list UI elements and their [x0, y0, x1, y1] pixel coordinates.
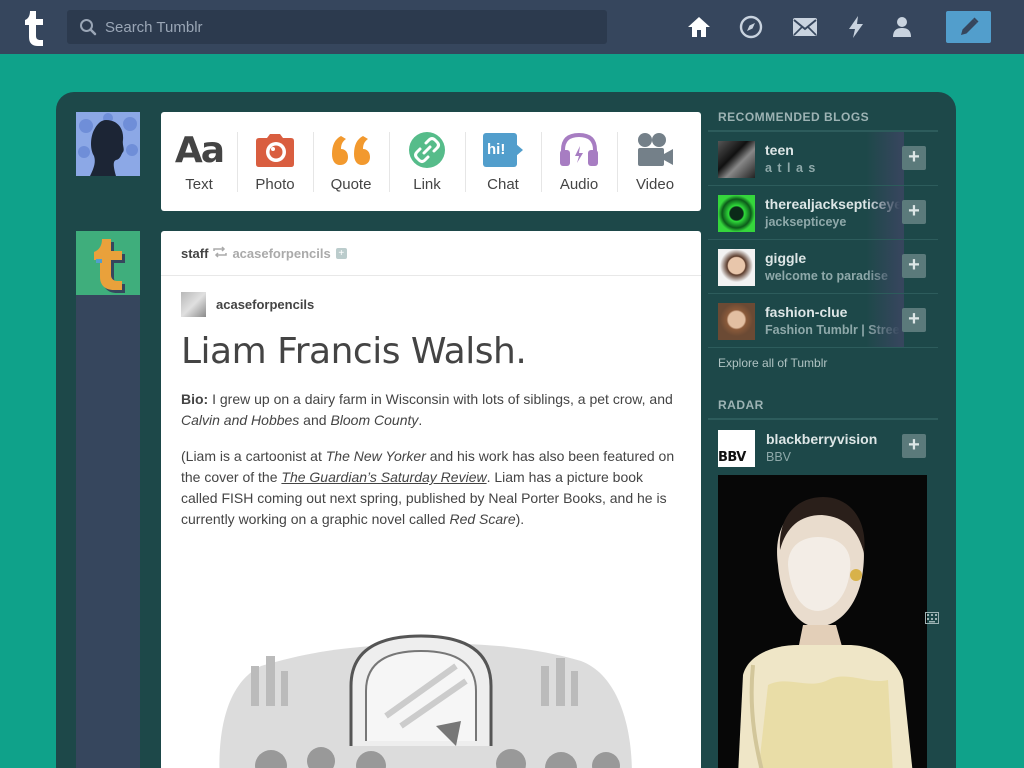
follow-plus-icon[interactable]: +	[335, 247, 347, 259]
recommended-blog[interactable]: teen a t l a s +	[708, 132, 938, 186]
source-blog-name[interactable]: acaseforpencils	[232, 246, 330, 261]
follow-button[interactable]: +	[902, 308, 926, 332]
blog-avatar	[718, 195, 755, 232]
chat-icon: hi!	[465, 130, 541, 170]
radar-photo[interactable]	[718, 475, 927, 768]
post-title: Liam Francis Walsh.	[181, 331, 527, 372]
details-text: ).	[515, 511, 525, 527]
staff-avatar[interactable]	[76, 231, 140, 295]
radar-blog-description: BBV	[766, 450, 792, 464]
row-fade	[866, 186, 904, 239]
my-avatar[interactable]	[76, 112, 140, 176]
post-type-label: Chat	[487, 176, 519, 193]
blog-avatar	[718, 249, 755, 286]
radar-blog-name: blackberryvision	[766, 431, 878, 447]
post-type-quote[interactable]: Quote	[313, 112, 389, 211]
radar-blog-avatar: BBV	[718, 430, 755, 467]
recommended-blog[interactable]: therealjacksepticeye jacksepticeye +	[708, 186, 938, 240]
bio-emphasis: Bloom County	[330, 412, 419, 428]
dashboard-post: staff acaseforpencils + acaseforpencils …	[161, 231, 701, 768]
post-type-photo[interactable]: Photo	[237, 112, 313, 211]
row-fade	[866, 294, 904, 347]
post-type-label: Quote	[330, 176, 372, 193]
blog-avatar	[718, 303, 755, 340]
recommended-heading: RECOMMENDED BLOGS	[708, 100, 938, 132]
home-icon[interactable]	[686, 14, 712, 40]
post-type-label: Audio	[559, 176, 599, 193]
chat-glyph: hi!	[487, 141, 506, 158]
details-paragraph: (Liam is a cartoonist at The New Yorker …	[181, 446, 681, 530]
row-fade	[866, 132, 904, 185]
keyboard-shortcuts-icon[interactable]	[925, 611, 939, 624]
explore-link[interactable]: Explore all of Tumblr	[708, 348, 938, 388]
bio-text: I grew up on a dairy farm in Wisconsin w…	[208, 391, 673, 407]
bio-text: .	[418, 412, 423, 428]
link-icon	[389, 130, 465, 170]
search-icon	[80, 19, 97, 36]
post-type-label: Photo	[255, 176, 295, 193]
post-type-audio[interactable]: Audio	[541, 112, 617, 211]
inner-author: acaseforpencils	[181, 292, 314, 317]
radar-heading: RADAR	[708, 388, 938, 420]
bio-text: and	[299, 412, 331, 428]
recommended-blog[interactable]: fashion-clue Fashion Tumblr | Street +	[708, 294, 938, 348]
video-camera-icon	[617, 130, 693, 170]
bio-emphasis: Calvin and Hobbes	[181, 412, 300, 428]
post-type-video[interactable]: Video	[617, 112, 693, 211]
tumblr-logo[interactable]	[15, 5, 53, 49]
quote-icon	[313, 130, 389, 170]
post-header: staff acaseforpencils +	[161, 231, 701, 276]
reblog-icon	[213, 245, 228, 261]
compose-button[interactable]	[946, 11, 991, 43]
reblogger-name[interactable]: staff	[181, 246, 208, 261]
guardian-link[interactable]: The Guardian’s Saturday Review	[281, 469, 486, 485]
details-text: (Liam is a cartoonist at	[181, 448, 326, 464]
post-type-bar: Aa Text Photo Quote Link hi! Chat Audio …	[161, 112, 701, 211]
blog-avatar	[718, 141, 755, 178]
details-emphasis: The New Yorker	[325, 448, 426, 464]
sidebar: RECOMMENDED BLOGS teen a t l a s + there…	[708, 100, 938, 467]
row-fade	[866, 240, 904, 293]
camera-icon	[237, 130, 313, 170]
radar-follow-button[interactable]: +	[902, 434, 926, 458]
post-type-text[interactable]: Aa Text	[161, 112, 237, 211]
search-box[interactable]	[67, 10, 607, 44]
radar-logo-text: BBV	[718, 450, 746, 465]
inbox-icon[interactable]	[792, 14, 818, 40]
post-type-label: Video	[635, 176, 675, 193]
follow-button[interactable]: +	[902, 200, 926, 224]
blog-name: teen	[765, 142, 794, 158]
post-type-chat[interactable]: hi! Chat	[465, 112, 541, 211]
blog-description: a t l a s	[765, 161, 817, 175]
blog-description: jacksepticeye	[765, 215, 847, 229]
text-icon: Aa	[174, 129, 225, 171]
bio-paragraph: Bio: I grew up on a dairy farm in Wiscon…	[181, 389, 681, 431]
reblogger-avatar-column	[76, 231, 140, 768]
headphones-icon	[541, 130, 617, 170]
account-icon[interactable]	[889, 14, 915, 40]
blog-name: giggle	[765, 250, 807, 266]
post-type-label: Link	[413, 176, 441, 193]
author-name[interactable]: acaseforpencils	[216, 297, 314, 312]
explore-icon[interactable]	[738, 14, 764, 40]
activity-icon[interactable]	[843, 14, 869, 40]
search-input[interactable]	[105, 10, 595, 44]
follow-button[interactable]: +	[902, 146, 926, 170]
cartoon-image	[211, 626, 636, 768]
post-body: Bio: I grew up on a dairy farm in Wiscon…	[181, 389, 681, 545]
follow-button[interactable]: +	[902, 254, 926, 278]
bio-label: Bio:	[181, 391, 209, 407]
top-bar	[0, 0, 1024, 54]
recommended-blog[interactable]: giggle welcome to paradise +	[708, 240, 938, 294]
post-type-link[interactable]: Link	[389, 112, 465, 211]
post-type-label: Text	[185, 176, 213, 193]
details-emphasis: Red Scare	[449, 511, 516, 527]
author-avatar[interactable]	[181, 292, 206, 317]
blog-name: fashion-clue	[765, 304, 848, 320]
pencil-icon	[960, 17, 978, 35]
